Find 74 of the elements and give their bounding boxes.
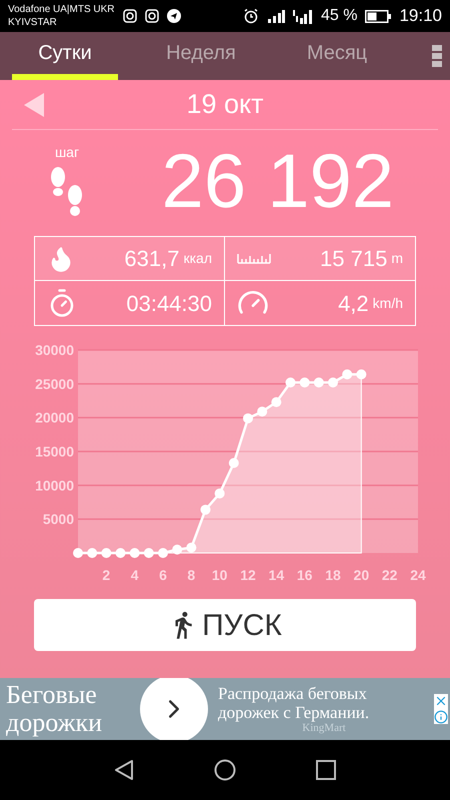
x-tick-label: 14	[268, 567, 284, 583]
data-point	[130, 548, 140, 558]
signal-icon	[266, 9, 285, 23]
ruler-icon	[237, 253, 271, 264]
data-point	[158, 548, 168, 558]
data-point	[271, 397, 282, 408]
stat-unit: km/h	[372, 294, 403, 312]
data-point	[257, 406, 268, 417]
stat-unit: ккал	[183, 249, 212, 268]
home-icon[interactable]	[214, 759, 236, 781]
x-tick-label: 24	[410, 567, 426, 583]
x-tick-label: 18	[325, 567, 341, 583]
start-button[interactable]: ПУСК	[34, 599, 416, 651]
stat-value: 631,7	[124, 245, 180, 273]
data-point	[116, 548, 126, 558]
signal-icon	[292, 8, 313, 24]
data-point	[73, 548, 83, 558]
instagram-icon	[122, 9, 137, 23]
x-tick-label: 22	[382, 567, 398, 583]
stat-value: 03:44:30	[126, 290, 212, 318]
ad-banner[interactable]: Беговые дорожки Распродажа беговых дорожек с Германии. KingMart	[0, 678, 450, 740]
x-tick-label: 2	[102, 567, 110, 583]
y-tick-label: 5000	[42, 511, 74, 528]
data-point	[186, 542, 196, 553]
step-count: 26 192	[162, 144, 394, 220]
instagram-icon	[144, 9, 159, 23]
data-point	[314, 377, 324, 388]
carrier-name: KYIVSTAR	[8, 16, 58, 29]
data-point	[172, 544, 182, 555]
steps-unit: шаг	[54, 142, 80, 162]
battery-percent: 45 %	[320, 6, 358, 26]
more-menu-icon[interactable]	[432, 45, 442, 67]
stat-value: 4,2	[338, 290, 369, 318]
y-tick-label: 10000	[35, 477, 74, 494]
x-tick-label: 16	[296, 567, 312, 583]
data-point	[144, 548, 154, 558]
data-point	[101, 548, 112, 558]
battery-icon	[365, 10, 392, 22]
data-point	[228, 458, 239, 468]
x-tick-label: 20	[354, 567, 370, 583]
x-tick-label: 8	[187, 567, 196, 583]
advertiser-name: KingMart	[302, 722, 346, 734]
ad-headline: Беговые дорожки	[5, 681, 104, 737]
alarm-icon	[242, 8, 259, 24]
tab[interactable]: Неделя	[148, 32, 254, 80]
ad-text: Распродажа беговых дорожек с Германии.	[218, 684, 370, 722]
y-tick-label: 25000	[35, 376, 74, 392]
data-point	[200, 504, 210, 515]
y-tick-label: 30000	[35, 342, 74, 358]
data-point	[328, 377, 338, 388]
data-point	[300, 377, 310, 388]
data-point	[243, 413, 253, 424]
recent-apps-icon[interactable]	[316, 760, 336, 780]
x-tick-label: 10	[212, 567, 228, 583]
y-tick-label: 20000	[35, 410, 74, 426]
tab[interactable]: Месяц	[284, 32, 390, 80]
carrier-name: Vodafone UA|MTS UKR	[8, 3, 115, 16]
x-tick-label: 6	[159, 567, 167, 583]
telegram-icon	[166, 9, 181, 23]
data-point	[214, 488, 225, 498]
back-icon[interactable]	[114, 759, 134, 781]
y-tick-label: 15000	[35, 444, 74, 460]
data-point	[342, 369, 352, 380]
date-label: 19 окт	[186, 88, 264, 122]
stat-value: 15 715	[320, 245, 388, 273]
x-tick-label: 4	[130, 567, 139, 583]
data-point	[87, 548, 98, 558]
data-point	[356, 369, 366, 380]
clock: 19:10	[399, 5, 442, 28]
info-icon[interactable]	[434, 710, 448, 724]
x-tick-label: 12	[240, 567, 256, 583]
close-icon[interactable]	[434, 694, 448, 708]
data-point	[286, 377, 296, 388]
stat-unit: m	[391, 249, 403, 268]
